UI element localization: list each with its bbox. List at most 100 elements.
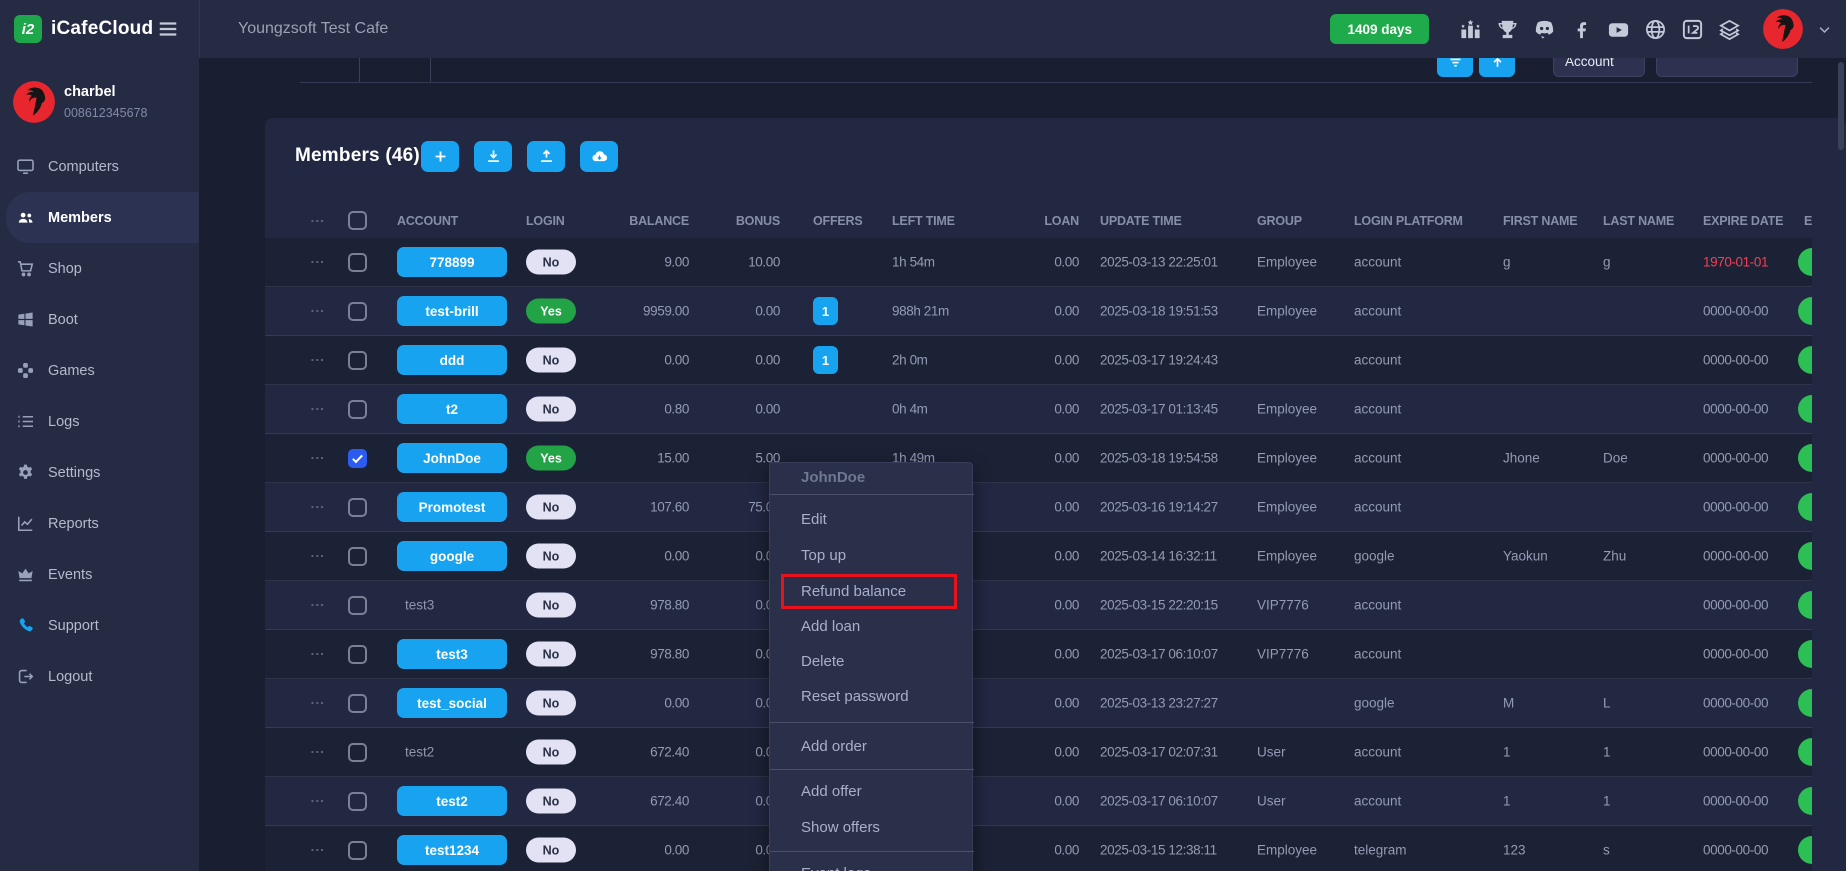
add-member-button[interactable] [421,141,459,172]
enable-toggle[interactable] [1798,346,1812,374]
drag-handle[interactable]: ▪▪▪ [311,699,345,708]
enable-toggle[interactable] [1798,787,1812,815]
menu-item-edit[interactable]: Edit [770,504,974,536]
discord-icon[interactable] [1533,18,1556,41]
account-badge[interactable]: t2 [397,394,507,424]
sidebar-item-boot[interactable]: Boot [0,294,199,345]
account-badge[interactable]: test-brill [397,296,507,326]
sidebar-item-computers[interactable]: Computers [0,141,199,192]
row-checkbox[interactable] [348,743,367,762]
column-header-loan[interactable]: LOAN [994,214,1079,228]
vertical-scrollbar[interactable] [1838,62,1844,150]
drag-handle[interactable]: ▪▪▪ [311,748,345,757]
import-members-button[interactable] [474,141,512,172]
sidebar-item-settings[interactable]: Settings [0,447,199,498]
row-checkbox[interactable] [348,792,367,811]
drag-handle[interactable]: ▪▪▪ [311,454,345,463]
facebook-icon[interactable] [1570,18,1593,41]
sidebar-item-logout[interactable]: Logout [0,651,199,702]
row-checkbox[interactable] [348,351,367,370]
account-badge[interactable]: test_social [397,688,507,718]
table-row[interactable]: ▪▪▪PromotestNo107.6075.000.002025-03-16 … [265,483,1812,532]
user-avatar[interactable] [1763,9,1803,49]
drag-handle[interactable]: ▪▪▪ [311,601,345,610]
column-header-update_time[interactable]: UPDATE TIME [1100,214,1275,228]
enable-toggle[interactable] [1798,297,1812,325]
column-header-bonus[interactable]: BONUS [685,214,780,228]
account-badge[interactable]: test1234 [397,835,507,865]
enable-toggle[interactable] [1798,542,1812,570]
column-header-offers[interactable]: OFFERS [813,214,893,228]
column-header-login[interactable]: LOGIN [526,214,580,228]
menu-item-show-offers[interactable]: Show offers [770,812,974,844]
table-row[interactable]: ▪▪▪JohnDoeYes15.005.001h 49m0.002025-03-… [265,434,1812,483]
hamburger-menu-icon[interactable] [157,18,179,40]
sidebar-item-games[interactable]: Games [0,345,199,396]
account-badge[interactable]: 778899 [397,247,507,277]
drag-handle[interactable]: ▪▪▪ [311,258,345,267]
menu-item-delete[interactable]: Delete [770,646,974,678]
row-checkbox[interactable] [348,841,367,860]
drag-handle[interactable]: ▪▪▪ [311,650,345,659]
account-text[interactable]: test3 [397,598,507,613]
column-header-last_name[interactable]: LAST NAME [1603,214,1698,228]
row-checkbox[interactable] [348,596,367,615]
sidebar-item-events[interactable]: Events [0,549,199,600]
table-row[interactable]: ▪▪▪test-brillYes9959.000.001988h 21m0.00… [265,287,1812,336]
menu-item-event-logs[interactable]: Event logs [770,858,974,871]
sidebar-item-reports[interactable]: Reports [0,498,199,549]
table-row[interactable]: ▪▪▪test_socialNo0.000.000.002025-03-13 2… [265,679,1812,728]
globe-icon[interactable] [1644,18,1667,41]
account-badge[interactable]: test3 [397,639,507,669]
account-text[interactable]: test2 [397,745,507,760]
drag-handle[interactable]: ▪▪▪ [311,405,345,414]
sidebar-item-logs[interactable]: Logs [0,396,199,447]
offers-count-badge[interactable]: 1 [813,346,838,374]
youtube-icon[interactable] [1607,18,1630,41]
table-row[interactable]: ▪▪▪test3No978.800.000.002025-03-17 06:10… [265,630,1812,679]
menu-item-add-order[interactable]: Add order [770,731,974,763]
enable-toggle[interactable] [1798,640,1812,668]
row-checkbox[interactable] [348,400,367,419]
account-badge[interactable]: JohnDoe [397,443,507,473]
sidebar-item-shop[interactable]: Shop [0,243,199,294]
drag-handle[interactable]: ▪▪▪ [311,216,345,225]
enable-toggle[interactable] [1798,493,1812,521]
menu-item-refund-balance[interactable]: Refund balance [770,576,974,608]
row-checkbox[interactable] [348,547,367,566]
enable-toggle[interactable] [1798,591,1812,619]
chevron-down-icon[interactable] [1817,22,1832,37]
export-members-button[interactable] [527,141,565,172]
enable-toggle[interactable] [1798,689,1812,717]
menu-item-reset-password[interactable]: Reset password [770,681,974,713]
account-badge[interactable]: ddd [397,345,507,375]
enable-toggle[interactable] [1798,444,1812,472]
table-row[interactable]: ▪▪▪778899No9.0010.001h 54m0.002025-03-13… [265,238,1812,287]
column-header-platform[interactable]: LOGIN PLATFORM [1354,214,1484,228]
enable-toggle[interactable] [1798,395,1812,423]
table-row[interactable]: ▪▪▪dddNo0.000.0012h 0m0.002025-03-17 19:… [265,336,1812,385]
select-all-checkbox[interactable] [348,211,367,230]
drag-handle[interactable]: ▪▪▪ [311,797,345,806]
row-checkbox[interactable] [348,498,367,517]
table-row[interactable]: ▪▪▪test2No672.400.000.002025-03-17 02:07… [265,728,1812,777]
row-checkbox[interactable] [348,645,367,664]
column-header-group[interactable]: GROUP [1257,214,1352,228]
account-badge[interactable]: google [397,541,507,571]
row-checkbox[interactable] [348,253,367,272]
enable-toggle[interactable] [1798,738,1812,766]
drag-handle[interactable]: ▪▪▪ [311,307,345,316]
table-row[interactable]: ▪▪▪googleNo0.000.000.002025-03-14 16:32:… [265,532,1812,581]
enable-toggle[interactable] [1798,836,1812,864]
sidebar-item-members[interactable]: Members [6,192,199,243]
column-header-enable[interactable]: E [1804,214,1812,228]
drag-handle[interactable]: ▪▪▪ [311,503,345,512]
account-badge[interactable]: test2 [397,786,507,816]
row-checkbox[interactable] [348,449,367,468]
sidebar-item-support[interactable]: Support [0,600,199,651]
menu-item-add-offer[interactable]: Add offer [770,776,974,808]
column-header-expire[interactable]: EXPIRE DATE [1703,214,1803,228]
avatar[interactable] [13,81,55,123]
row-checkbox[interactable] [348,694,367,713]
drag-handle[interactable]: ▪▪▪ [311,356,345,365]
